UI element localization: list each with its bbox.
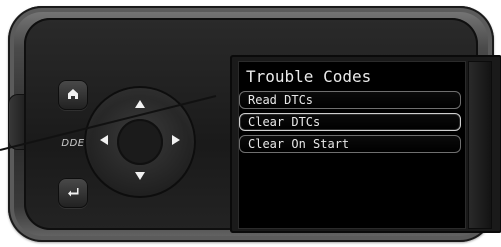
- arrow-left-icon: [97, 132, 113, 152]
- arrow-right-icon: [167, 132, 183, 152]
- dpad-up-button[interactable]: [131, 98, 149, 116]
- dpad-left-button[interactable]: [96, 133, 114, 151]
- brand-logo-text: DDE: [61, 137, 85, 149]
- arrow-down-icon: [132, 167, 148, 187]
- menu-item-read-dtcs[interactable]: Read DTCs: [239, 91, 461, 109]
- menu-item-label: Read DTCs: [248, 93, 314, 107]
- dpad[interactable]: [84, 86, 196, 198]
- menu-item-clear-on-start[interactable]: Clear On Start: [239, 135, 461, 153]
- back-button[interactable]: [58, 178, 88, 208]
- menu-item-label: Clear DTCs: [248, 115, 321, 129]
- brand-logo: DDE: [52, 136, 94, 150]
- menu-item-clear-dtcs[interactable]: Clear DTCs: [239, 113, 461, 131]
- home-icon: [66, 86, 80, 105]
- dpad-down-button[interactable]: [131, 168, 149, 186]
- handheld-device: DDE Trouble Codes Read DTCs Clear DTCs C…: [8, 6, 501, 242]
- menu-item-label: Clear On Start: [248, 137, 350, 151]
- arrow-up-icon: [132, 97, 148, 117]
- dpad-right-button[interactable]: [166, 133, 184, 151]
- home-button[interactable]: [58, 80, 88, 110]
- dpad-center[interactable]: [117, 119, 163, 165]
- display-frame: Trouble Codes Read DTCs Clear DTCs Clear…: [230, 55, 501, 233]
- menu: Read DTCs Clear DTCs Clear On Start: [239, 87, 461, 157]
- back-enter-icon: [66, 184, 80, 203]
- device-faceplate: DDE Trouble Codes Read DTCs Clear DTCs C…: [24, 18, 501, 233]
- screen-title: Trouble Codes: [246, 67, 372, 86]
- display-side-strip: [468, 61, 492, 229]
- display: Trouble Codes Read DTCs Clear DTCs Clear…: [238, 61, 466, 229]
